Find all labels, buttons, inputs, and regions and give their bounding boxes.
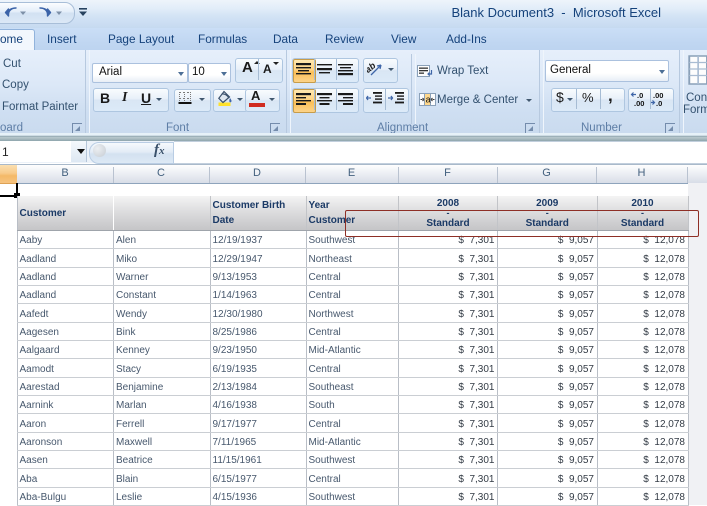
svg-text:.00: .00	[634, 99, 644, 108]
svg-text:.0: .0	[656, 99, 662, 108]
svg-text:a: a	[426, 95, 431, 105]
